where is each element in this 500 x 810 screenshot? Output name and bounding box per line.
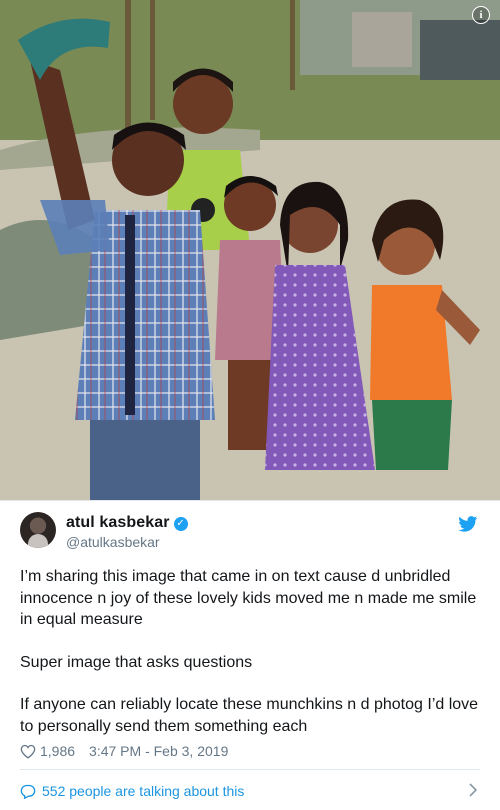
tweet-header: atul kasbekar ✓ @atulkasbekar <box>20 512 480 552</box>
tweet-timestamp[interactable]: 3:47 PM - Feb 3, 2019 <box>89 743 228 759</box>
children-selfie-illustration <box>0 0 500 500</box>
chevron-right-icon[interactable] <box>468 783 478 797</box>
tweet-photo[interactable]: i <box>0 0 500 500</box>
verified-badge-icon: ✓ <box>173 517 188 531</box>
avatar[interactable] <box>20 512 56 548</box>
display-name[interactable]: atul kasbekar <box>66 514 170 531</box>
speech-bubble-icon <box>20 784 36 799</box>
conversation-link-label[interactable]: 552 people are talking about this <box>42 783 244 799</box>
tweet-paragraph: I’m sharing this image that came in on t… <box>20 568 477 628</box>
meta-divider <box>20 769 480 770</box>
twitter-bird-icon[interactable] <box>458 516 478 532</box>
conversation-link[interactable]: 552 people are talking about this <box>20 778 480 804</box>
heart-icon[interactable] <box>20 744 36 759</box>
tweet-meta: 1,986 3:47 PM - Feb 3, 2019 <box>20 743 228 759</box>
info-icon[interactable]: i <box>472 6 490 24</box>
author-block[interactable]: atul kasbekar ✓ @atulkasbekar <box>66 514 188 550</box>
tweet-paragraph: If anyone can reliably locate these munc… <box>20 696 479 735</box>
like-count[interactable]: 1,986 <box>40 743 75 759</box>
user-handle[interactable]: @atulkasbekar <box>66 534 188 550</box>
photo-divider <box>0 500 500 501</box>
tweet-text: I’m sharing this image that came in on t… <box>20 566 480 758</box>
tweet-embed: i atul kasbekar ✓ @atulkasbekar I’m shari… <box>0 0 500 810</box>
tweet-paragraph: Super image that asks questions <box>20 653 253 671</box>
